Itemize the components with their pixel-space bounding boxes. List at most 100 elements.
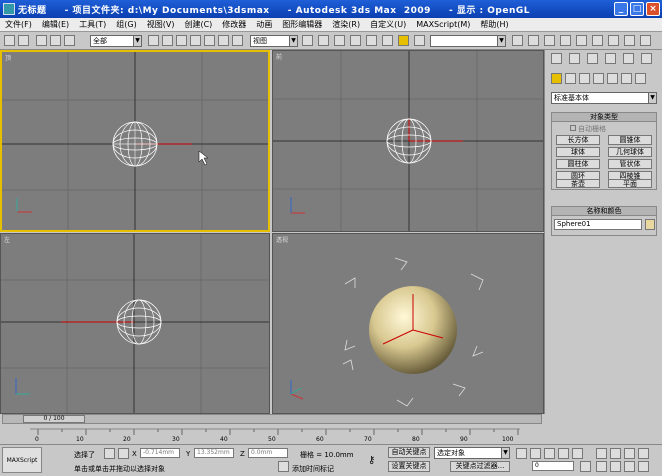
geometry-icon[interactable] xyxy=(551,73,562,84)
time-tag-icon[interactable] xyxy=(278,461,289,472)
bind-space-warp-icon[interactable] xyxy=(64,35,75,46)
menu-file[interactable]: 文件(F) xyxy=(0,19,37,30)
object-type-title[interactable]: 对象类型 xyxy=(552,113,656,122)
scale-icon[interactable] xyxy=(232,35,243,46)
render-setup-icon[interactable] xyxy=(608,35,619,46)
spinner-snap-icon[interactable] xyxy=(398,35,409,46)
box-button[interactable]: 长方体 xyxy=(556,135,600,145)
current-frame-field[interactable]: 0 xyxy=(532,461,574,471)
z-coord-field[interactable]: 0.0mm xyxy=(248,448,288,458)
cylinder-button[interactable]: 圆柱体 xyxy=(556,159,600,169)
maximize-viewport-icon[interactable] xyxy=(638,461,649,472)
close-button[interactable]: × xyxy=(646,2,660,16)
menu-views[interactable]: 视图(V) xyxy=(142,19,180,30)
angle-snap-icon[interactable] xyxy=(366,35,377,46)
autogrid-checkbox[interactable]: 自动栅格 xyxy=(570,124,606,134)
rotate-icon[interactable] xyxy=(218,35,229,46)
previous-frame-icon[interactable] xyxy=(530,448,541,459)
window-crossing-icon[interactable] xyxy=(190,35,201,46)
y-coord-field[interactable]: 13.352mm xyxy=(194,448,234,458)
category-dropdown[interactable]: 标准基本体 ▼ xyxy=(551,92,657,104)
minimize-button[interactable]: _ xyxy=(614,2,628,16)
systems-icon[interactable] xyxy=(635,73,646,84)
set-key-button[interactable]: 设置关键点 xyxy=(388,461,430,472)
link-icon[interactable] xyxy=(36,35,47,46)
sphere-button[interactable]: 球体 xyxy=(556,147,600,157)
maxscript-listener[interactable]: MAXScript xyxy=(2,447,42,473)
cameras-icon[interactable] xyxy=(593,73,604,84)
select-object-icon[interactable] xyxy=(148,35,159,46)
motion-tab-icon[interactable] xyxy=(605,53,616,64)
plane-button[interactable]: 平面 xyxy=(608,179,652,188)
hierarchy-tab-icon[interactable] xyxy=(587,53,598,64)
named-selection-dropdown[interactable]: ▼ xyxy=(430,35,506,47)
reference-coordinate-dropdown[interactable]: 视图 ▼ xyxy=(250,35,298,47)
keyboard-shortcut-icon[interactable] xyxy=(334,35,345,46)
maximize-button[interactable]: □ xyxy=(630,2,644,16)
unlink-icon[interactable] xyxy=(50,35,61,46)
redo-icon[interactable] xyxy=(18,35,29,46)
go-to-start-icon[interactable] xyxy=(516,448,527,459)
percent-snap-icon[interactable] xyxy=(382,35,393,46)
selection-filter-dropdown[interactable]: 全部 ▼ xyxy=(90,35,142,47)
zoom-all-icon[interactable] xyxy=(610,448,621,459)
align-icon[interactable] xyxy=(528,35,539,46)
region-select-icon[interactable] xyxy=(176,35,187,46)
field-of-view-icon[interactable] xyxy=(596,461,607,472)
orbit-icon[interactable] xyxy=(624,461,635,472)
snap-toggle-icon[interactable] xyxy=(350,35,361,46)
layer-manager-icon[interactable] xyxy=(544,35,555,46)
render-frame-icon[interactable] xyxy=(624,35,635,46)
menu-create[interactable]: 创建(C) xyxy=(179,19,217,30)
menu-customize[interactable]: 自定义(U) xyxy=(365,19,411,30)
viewport-top[interactable]: 顶 xyxy=(0,50,270,232)
geosphere-button[interactable]: 几何球体 xyxy=(608,147,652,157)
cone-button[interactable]: 圆锥体 xyxy=(608,135,652,145)
utilities-tab-icon[interactable] xyxy=(641,53,652,64)
viewport-perspective[interactable]: 透视 xyxy=(272,233,544,414)
menu-help[interactable]: 帮助(H) xyxy=(475,19,513,30)
undo-icon[interactable] xyxy=(4,35,15,46)
menu-tools[interactable]: 工具(T) xyxy=(74,19,111,30)
key-filter-selection-dropdown[interactable]: 选定对象 ▼ xyxy=(434,447,510,459)
select-by-name-icon[interactable] xyxy=(162,35,173,46)
modify-tab-icon[interactable] xyxy=(569,53,580,64)
zoom-icon[interactable] xyxy=(596,448,607,459)
menu-edit[interactable]: 编辑(E) xyxy=(37,19,74,30)
time-slider[interactable]: 0 / 100 xyxy=(23,415,85,423)
teapot-button[interactable]: 茶壶 xyxy=(556,179,600,188)
object-color-swatch[interactable] xyxy=(645,219,655,230)
object-name-input[interactable]: Sphere01 xyxy=(554,219,642,230)
menu-rendering[interactable]: 渲染(R) xyxy=(327,19,365,30)
time-config-icon[interactable] xyxy=(580,461,591,472)
go-to-end-icon[interactable] xyxy=(572,448,583,459)
quick-render-icon[interactable] xyxy=(640,35,651,46)
shapes-icon[interactable] xyxy=(565,73,576,84)
name-color-title[interactable]: 名称和颜色 xyxy=(552,207,656,216)
create-tab-icon[interactable] xyxy=(551,53,562,64)
schematic-view-icon[interactable] xyxy=(576,35,587,46)
viewport-front[interactable]: 前 xyxy=(272,50,544,232)
move-icon[interactable] xyxy=(204,35,215,46)
pivot-center-icon[interactable] xyxy=(302,35,313,46)
time-slider-track[interactable]: 0 / 100 xyxy=(2,414,542,424)
menu-maxscript[interactable]: MAXScript(M) xyxy=(411,20,475,29)
pan-icon[interactable] xyxy=(610,461,621,472)
key-filters-button[interactable]: 关键点过滤器... xyxy=(450,461,510,472)
selection-lock-icon[interactable] xyxy=(104,448,115,459)
lights-icon[interactable] xyxy=(579,73,590,84)
next-frame-icon[interactable] xyxy=(558,448,569,459)
absolute-mode-icon[interactable] xyxy=(118,448,129,459)
material-editor-icon[interactable] xyxy=(592,35,603,46)
menu-modifiers[interactable]: 修改器 xyxy=(217,19,251,30)
menu-group[interactable]: 组(G) xyxy=(111,19,141,30)
tube-button[interactable]: 管状体 xyxy=(608,159,652,169)
add-time-tag[interactable]: 添加时间标记 xyxy=(292,464,334,474)
menu-animation[interactable]: 动画 xyxy=(251,19,277,30)
select-manipulate-icon[interactable] xyxy=(318,35,329,46)
viewport-left[interactable]: 左 xyxy=(0,233,270,414)
display-tab-icon[interactable] xyxy=(623,53,634,64)
play-icon[interactable] xyxy=(544,448,555,459)
mirror-icon[interactable] xyxy=(512,35,523,46)
curve-editor-icon[interactable] xyxy=(560,35,571,46)
